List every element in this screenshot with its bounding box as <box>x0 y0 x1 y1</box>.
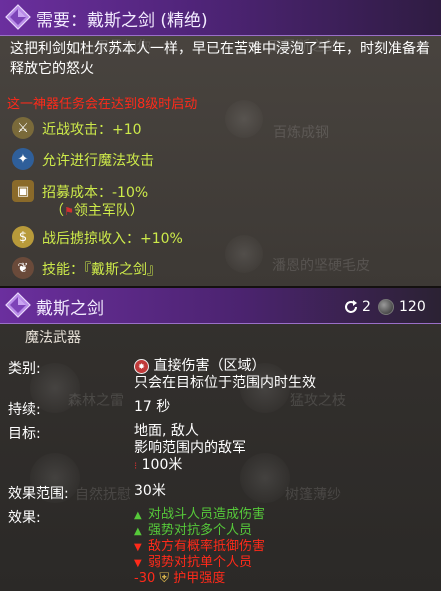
target-value: 地面, 敌人 影响范围内的敌军 ⁝ 100米 <box>134 423 246 475</box>
effects-label: 效果: <box>8 510 41 526</box>
background-skill-icon <box>225 100 263 138</box>
armor-value: -30 <box>134 571 156 586</box>
up-arrow-icon: ▲ <box>134 510 142 521</box>
mana-cost-value: 120 <box>399 299 426 315</box>
duration-label: 持续: <box>8 402 41 418</box>
spell-title: 戴斯之剑 <box>36 299 104 319</box>
background-label: 潘恩的坚硬毛皮 <box>272 258 370 274</box>
armor-label: 护甲强度 <box>173 571 226 586</box>
target-line: 地面, 敌人 <box>134 423 199 439</box>
background-skill-icon <box>225 235 263 273</box>
cooldown-icon <box>345 300 357 313</box>
magic-icon: ✦ <box>12 148 34 170</box>
type-line: 只会在目标位于范围内时生效 <box>134 375 316 391</box>
armor-effect: -30 ⛨ 护甲强度 <box>134 571 225 586</box>
bonus-text: 招募成本：-10% <box>42 185 149 201</box>
effect-text: 对战斗人员造成伤害 <box>148 507 266 522</box>
sub-open: （ <box>50 203 64 219</box>
quest-notice: 这一神器任务会在达到8级时启动 <box>7 97 198 112</box>
armor-icon: ⛨ <box>159 571 170 586</box>
down-arrow-icon: ▼ <box>134 558 142 569</box>
type-line: 直接伤害（区域） <box>153 358 266 374</box>
effect-item: ▼ 弱势对抗单个人员 <box>134 555 252 571</box>
item-description: 这把利剑如杜尔苏本人一样，早已在苦难中浸泡了千年，时刻准备着释放它的怒火 <box>10 41 430 77</box>
background-label: 树篷薄纱 <box>285 487 341 503</box>
range-marker-icon: ⁝ <box>134 461 138 472</box>
direct-damage-icon: ✸ <box>134 358 149 374</box>
weapon-type: 魔法武器 <box>25 330 81 346</box>
bonus-text: 战后掳掠收入：+10% <box>42 231 183 247</box>
sword-icon: ⚔ <box>12 117 34 139</box>
purple-gem-icon <box>5 292 31 318</box>
title-bar: 需要：戴斯之剑 (精绝) <box>0 0 441 36</box>
bonus-text: 允许进行魔法攻击 <box>42 153 154 169</box>
bonus-subtext: （⚑领主军队） <box>50 200 144 220</box>
effect-item: ▲ 对战斗人员造成伤害 <box>134 507 265 523</box>
down-arrow-icon: ▼ <box>134 542 142 553</box>
background-label: 森林之雷 <box>68 393 124 409</box>
title-bar: 戴斯之剑 2 120 <box>0 288 441 324</box>
target-label: 目标: <box>8 426 41 442</box>
sub-text: 领主军队） <box>73 203 144 219</box>
banner-icon: ⚑ <box>64 205 74 218</box>
skill-icon: ❦ <box>12 257 34 279</box>
mana-orb-icon <box>378 299 394 315</box>
range-value: 30米 <box>134 483 166 499</box>
target-line: 影响范围内的敌军 <box>134 440 246 456</box>
background-label: 百炼成钢 <box>273 125 329 141</box>
coin-icon: $ <box>12 226 34 248</box>
purple-gem-icon <box>5 4 31 30</box>
effect-item: ▲ 强势对抗多个人员 <box>134 523 252 539</box>
background-label: 猛攻之枝 <box>290 393 346 409</box>
panel-title: 需要：戴斯之剑 (精绝) <box>36 11 208 31</box>
background-skill-icon <box>240 453 290 503</box>
chest-icon: ▣ <box>12 180 34 202</box>
spell-tooltip-panel: 森林之雷 猛攻之枝 自然抚慰 树篷薄纱 戴斯之剑 2 120 魔法武器 类别: … <box>0 288 441 591</box>
effect-text: 强势对抗多个人员 <box>148 523 253 538</box>
range-label: 效果范围: <box>8 486 69 502</box>
bonus-text: 技能：『戴斯之剑』 <box>42 262 161 278</box>
duration-value: 17 秒 <box>134 399 171 415</box>
effect-text: 敌方有概率抵御伤害 <box>148 539 266 554</box>
up-arrow-icon: ▲ <box>134 526 142 537</box>
effect-text: 弱势对抗单个人员 <box>148 555 253 570</box>
cooldown-value: 2 <box>362 299 371 315</box>
type-label: 类别: <box>8 361 41 377</box>
requirement-tooltip-panel: 用具如你 无尽断之剑 百炼成钢 潘恩的坚硬毛皮 需要：戴斯之剑 (精绝) 这把利… <box>0 0 441 288</box>
mana-cost-indicator: 120 <box>378 297 426 317</box>
type-value: ✸ 直接伤害（区域） 只会在目标位于范围内时生效 <box>134 358 316 392</box>
bonus-text: 近战攻击：+10 <box>42 122 142 138</box>
background-label: 自然抚慰 <box>75 487 131 503</box>
cooldown-indicator: 2 <box>343 297 371 317</box>
target-range: 100米 <box>141 457 183 473</box>
effect-item: ▼ 敌方有概率抵御伤害 <box>134 539 265 555</box>
